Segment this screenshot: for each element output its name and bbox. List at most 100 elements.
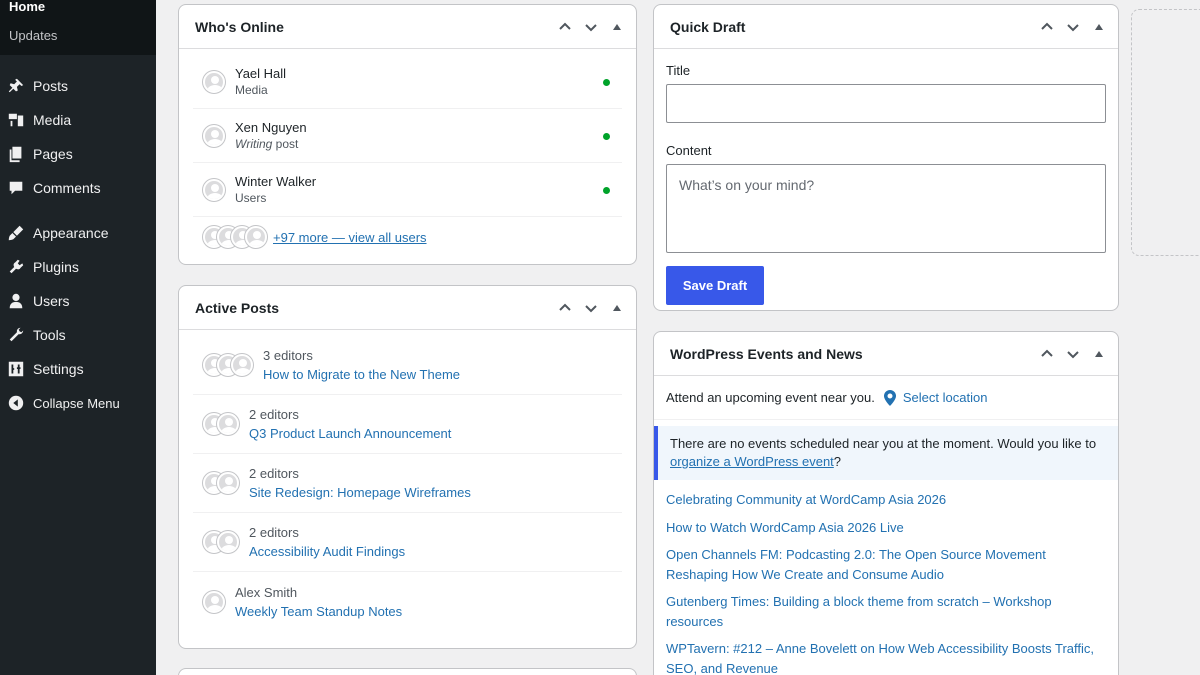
news-link[interactable]: Open Channels FM: Podcasting 2.0: The Op… bbox=[666, 545, 1106, 584]
move-up-button[interactable] bbox=[1036, 16, 1058, 38]
user-activity: Users bbox=[235, 191, 267, 205]
avatar bbox=[231, 354, 253, 376]
avatar-stack bbox=[203, 531, 239, 553]
organize-event-link[interactable]: organize a WordPress event bbox=[670, 454, 834, 469]
chevron-up-icon bbox=[559, 22, 571, 30]
avatar bbox=[203, 124, 225, 147]
news-list: Celebrating Community at WordCamp Asia 2… bbox=[654, 480, 1118, 675]
chevron-down-icon bbox=[1067, 350, 1079, 358]
view-all-users-link[interactable]: +97 more — view all users bbox=[273, 230, 427, 245]
avatar bbox=[245, 226, 267, 248]
no-events-notice: There are no events scheduled near you a… bbox=[654, 426, 1118, 480]
online-users-list: Yael Hall Media Xen Nguyen Writing post … bbox=[179, 49, 636, 257]
avatar bbox=[217, 531, 239, 553]
user-name: Xen Nguyen bbox=[235, 120, 307, 135]
content-label: Content bbox=[666, 143, 712, 158]
widget-controls bbox=[1036, 16, 1110, 38]
widget-title: Who's Online bbox=[195, 18, 284, 35]
avatar-stack bbox=[203, 472, 239, 494]
post-title-link[interactable]: How to Migrate to the New Theme bbox=[263, 365, 460, 384]
submenu-updates[interactable]: Updates bbox=[0, 15, 156, 49]
post-title-link[interactable]: Weekly Team Standup Notes bbox=[235, 602, 402, 621]
post-title-link[interactable]: Accessibility Audit Findings bbox=[249, 542, 405, 561]
triangle-up-icon bbox=[1095, 350, 1103, 357]
comments-icon bbox=[6, 178, 26, 198]
quick-draft-form: Title Content What’s on your mind? Save … bbox=[654, 49, 1118, 310]
user-name: Yael Hall bbox=[235, 66, 287, 81]
widget-header: Who's Online bbox=[179, 5, 636, 49]
menu-item-plugins[interactable]: Plugins bbox=[0, 250, 156, 284]
chevron-up-icon bbox=[559, 303, 571, 311]
menu-item-label: Posts bbox=[33, 78, 69, 94]
menu-item-appearance[interactable]: Appearance bbox=[0, 216, 156, 250]
list-item[interactable]: Yael Hall Media bbox=[193, 55, 622, 109]
move-down-button[interactable] bbox=[1062, 343, 1084, 365]
triangle-up-icon bbox=[613, 23, 621, 30]
list-item[interactable]: Xen Nguyen Writing post bbox=[193, 109, 622, 163]
list-item: 2 editors Accessibility Audit Findings bbox=[193, 513, 622, 572]
move-down-button[interactable] bbox=[580, 297, 602, 319]
widget-title: WordPress Events and News bbox=[670, 345, 863, 362]
menu-item-comments[interactable]: Comments bbox=[0, 171, 156, 205]
post-title-link[interactable]: Site Redesign: Homepage Wireframes bbox=[249, 483, 471, 502]
menu-item-label: Comments bbox=[33, 180, 101, 196]
editor-name: Alex Smith bbox=[235, 584, 298, 600]
menu-item-label: Users bbox=[33, 293, 70, 309]
submenu-home[interactable]: Home bbox=[0, 0, 156, 15]
news-link[interactable]: Gutenberg Times: Building a block theme … bbox=[666, 592, 1106, 631]
news-link[interactable]: How to Watch WordCamp Asia 2026 Live bbox=[666, 518, 1106, 538]
news-link[interactable]: WPTavern: #212 – Anne Bovelett on How We… bbox=[666, 639, 1106, 675]
news-link[interactable]: Celebrating Community at WordCamp Asia 2… bbox=[666, 490, 1106, 510]
toggle-panel-button[interactable] bbox=[606, 16, 628, 38]
widget-header: Active Posts bbox=[179, 286, 636, 330]
menu-item-media[interactable]: Media bbox=[0, 103, 156, 137]
editors-count: 3 editors bbox=[263, 348, 313, 363]
widget-controls bbox=[554, 16, 628, 38]
brush-icon bbox=[6, 223, 26, 243]
move-up-button[interactable] bbox=[1036, 343, 1058, 365]
plugin-icon bbox=[6, 257, 26, 277]
events-news-widget: WordPress Events and News Attend an upco… bbox=[653, 331, 1119, 675]
move-down-button[interactable] bbox=[580, 16, 602, 38]
online-status-dot bbox=[603, 79, 610, 86]
list-item[interactable]: Winter Walker Users bbox=[193, 163, 622, 217]
list-item: 2 editors Q3 Product Launch Announcement bbox=[193, 395, 622, 454]
toggle-panel-button[interactable] bbox=[1088, 16, 1110, 38]
menu-item-posts[interactable]: Posts bbox=[0, 69, 156, 103]
widget-controls bbox=[1036, 343, 1110, 365]
move-up-button[interactable] bbox=[554, 297, 576, 319]
widget-title: Active Posts bbox=[195, 299, 280, 316]
empty-widget-dropzone[interactable] bbox=[1131, 9, 1200, 256]
title-input[interactable] bbox=[666, 84, 1106, 123]
toggle-panel-button[interactable] bbox=[1088, 343, 1110, 365]
menu-item-tools[interactable]: Tools bbox=[0, 318, 156, 352]
chevron-up-icon bbox=[1041, 349, 1053, 357]
menu-item-users[interactable]: Users bbox=[0, 284, 156, 318]
chevron-down-icon bbox=[585, 304, 597, 312]
avatar-stack bbox=[203, 354, 253, 376]
title-label: Title bbox=[666, 63, 691, 78]
chevron-down-icon bbox=[585, 23, 597, 31]
menu-item-label: Tools bbox=[33, 327, 66, 343]
select-location-button[interactable]: Select location bbox=[903, 390, 988, 405]
list-item: Alex Smith Weekly Team Standup Notes bbox=[193, 572, 622, 631]
widget-controls bbox=[554, 297, 628, 319]
collapse-menu-button[interactable]: Collapse Menu bbox=[0, 386, 156, 420]
next-widget bbox=[178, 668, 637, 675]
content-textarea[interactable]: What’s on your mind? bbox=[666, 164, 1106, 253]
menu-item-label: Pages bbox=[33, 146, 73, 162]
menu-item-pages[interactable]: Pages bbox=[0, 137, 156, 171]
triangle-up-icon bbox=[1095, 23, 1103, 30]
editors-count: 2 editors bbox=[249, 407, 299, 422]
pin-icon bbox=[6, 76, 26, 96]
menu-item-settings[interactable]: Settings bbox=[0, 352, 156, 386]
widget-header: WordPress Events and News bbox=[654, 332, 1118, 376]
post-title-link[interactable]: Q3 Product Launch Announcement bbox=[249, 424, 451, 443]
menu-item-label: Appearance bbox=[33, 225, 109, 241]
move-down-button[interactable] bbox=[1062, 16, 1084, 38]
location-pin-icon bbox=[883, 389, 897, 406]
toggle-panel-button[interactable] bbox=[606, 297, 628, 319]
move-up-button[interactable] bbox=[554, 16, 576, 38]
dashboard-submenu: Home Updates bbox=[0, 0, 156, 55]
save-draft-button[interactable]: Save Draft bbox=[666, 266, 764, 305]
